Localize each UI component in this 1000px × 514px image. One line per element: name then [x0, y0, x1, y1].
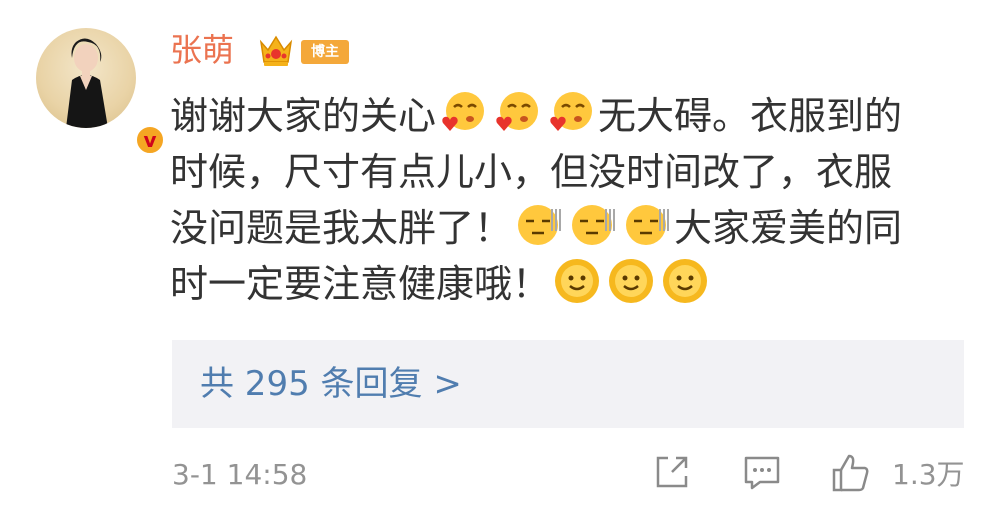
- post-text: 谢谢大家的关心: [170, 94, 437, 138]
- sun-smile-emoji-icon: [660, 257, 710, 305]
- share-button[interactable]: [650, 450, 694, 494]
- like-count: 1.3万: [892, 458, 965, 491]
- sun-smile-emoji-icon: [552, 257, 602, 305]
- share-icon: [656, 456, 688, 488]
- shame-emoji-icon: [514, 201, 564, 249]
- heart-kiss-emoji-icon: [438, 89, 488, 137]
- post-line: 没问题是我太胖了！ 大家爱美的同: [170, 200, 970, 256]
- post-text: 无大碍。衣服到的: [598, 94, 903, 138]
- view-replies-button[interactable]: 共 295 条回复 >: [172, 340, 964, 428]
- post-text: 大家爱美的同: [674, 206, 903, 250]
- view-replies-label: 共 295 条回复 >: [200, 364, 462, 404]
- comment-button[interactable]: [740, 450, 784, 494]
- post-line: 时候，尺寸有点儿小，但没时间改了，衣服: [170, 144, 970, 200]
- verified-badge-icon: v: [134, 124, 166, 156]
- sun-smile-emoji-icon: [606, 257, 656, 305]
- post-line: 谢谢大家的关心 无大碍。衣服到的: [170, 88, 970, 144]
- post-text: 时一定要注意健康哦！: [170, 262, 551, 306]
- comment-icon: [744, 456, 780, 490]
- shame-emoji-icon: [568, 201, 618, 249]
- heart-kiss-emoji-icon: [546, 89, 596, 137]
- like-button[interactable]: [828, 450, 872, 494]
- avatar-image: [36, 28, 136, 128]
- post-text: 没问题是我太胖了！: [170, 206, 513, 250]
- post-content: 谢谢大家的关心 无大碍。衣服到的 时候，尺寸有点儿小，但没时间改了，衣服 没问题是…: [170, 88, 970, 312]
- timestamp: 3-1 14:58: [172, 458, 308, 491]
- avatar[interactable]: v: [36, 28, 166, 156]
- shame-emoji-icon: [622, 201, 672, 249]
- post-text: 时候，尺寸有点儿小，但没时间改了，衣服: [170, 150, 893, 194]
- post-line: 时一定要注意健康哦！: [170, 256, 970, 312]
- crown-icon: [258, 34, 294, 68]
- heart-kiss-emoji-icon: [492, 89, 542, 137]
- blogger-tag: 博主: [301, 40, 349, 64]
- username[interactable]: 张萌: [170, 28, 234, 72]
- thumbs-up-icon: [832, 454, 869, 492]
